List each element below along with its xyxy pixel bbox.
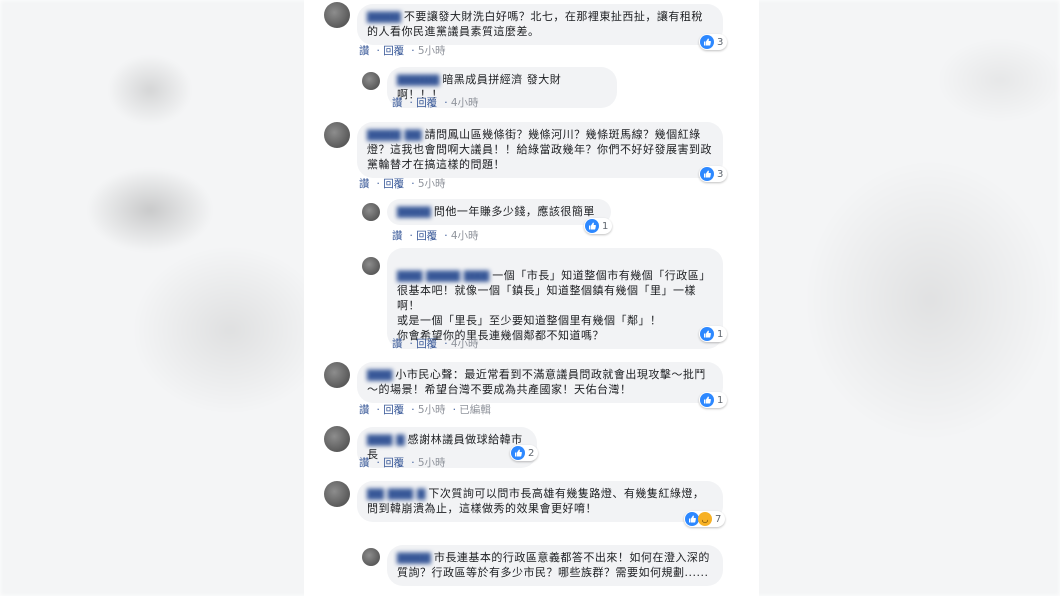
haha-icon: ◡ xyxy=(698,512,712,526)
comment-actions: 讚 · 回覆 · 5小時 xyxy=(359,178,446,190)
comment-text: 市長連基本的行政區意義都答不出來！如何在澄入深的質詢？行政區等於有多少市民？哪些… xyxy=(397,551,710,579)
reaction-number: 1 xyxy=(717,394,724,406)
like-link[interactable]: 讚 xyxy=(359,404,370,416)
commenter-name[interactable]: ▇▇▇ ▇▇▇▇ ▇▇▇ xyxy=(397,268,489,283)
commenter-name[interactable]: ▇▇▇▇▇ xyxy=(397,72,439,87)
comment-feed: ▇▇▇▇ 不要讓發大財洗白好嗎？北七，在那裡東扯西扯，讓有租稅的人看你民進黨議員素… xyxy=(304,0,759,596)
avatar[interactable] xyxy=(324,122,350,148)
reaction-number: 1 xyxy=(717,328,724,340)
timestamp[interactable]: 4小時 xyxy=(451,338,479,350)
comment-bubble: ▇▇▇ 小市民心聲：最近常看到不滿意議員問政就會出現攻擊～批鬥～的場景！希望台灣不… xyxy=(357,362,723,403)
reply-link[interactable]: 回覆 xyxy=(416,97,437,109)
like-link[interactable]: 讚 xyxy=(359,178,370,190)
timestamp[interactable]: 4小時 xyxy=(451,230,479,242)
reply-link[interactable]: 回覆 xyxy=(383,457,404,469)
comment-actions: 讚 · 回覆 · 4小時 xyxy=(392,338,479,350)
timestamp[interactable]: 5小時 xyxy=(418,178,446,190)
commenter-name[interactable]: ▇▇▇ ▇ xyxy=(367,432,405,447)
reaction-count[interactable]: 2 xyxy=(510,445,539,461)
comment-actions: 讚 · 回覆 · 5小時 xyxy=(359,457,446,469)
commenter-name[interactable]: ▇▇ ▇▇▇ ▇ xyxy=(367,486,425,501)
like-icon xyxy=(700,167,714,181)
like-icon xyxy=(585,219,599,233)
reaction-number: 3 xyxy=(717,168,724,180)
reply-link[interactable]: 回覆 xyxy=(383,45,404,57)
comment-bubble: ▇▇▇▇ ▇▇ 請問鳳山區幾條街？幾條河川？幾條斑馬線？幾個紅綠燈？這我也會問啊大… xyxy=(357,122,723,178)
comment-text: 不要讓發大財洗白好嗎？北七，在那裡東扯西扯，讓有租稅的人看你民進黨議員素質這麼差… xyxy=(367,10,703,38)
comment-actions: 讚 · 回覆 · 4小時 xyxy=(392,97,479,109)
reaction-number: 1 xyxy=(602,220,609,232)
like-icon xyxy=(700,393,714,407)
like-icon xyxy=(700,327,714,341)
edited-label[interactable]: 已編輯 xyxy=(459,404,491,416)
avatar[interactable] xyxy=(324,2,350,28)
avatar[interactable] xyxy=(362,257,380,275)
commenter-name[interactable]: ▇▇▇▇ xyxy=(397,550,431,565)
comment-bubble: ▇▇▇▇ 問他一年賺多少錢，應該很簡單 xyxy=(387,199,611,225)
reaction-number: 7 xyxy=(715,513,722,525)
like-icon xyxy=(685,512,699,526)
avatar[interactable] xyxy=(362,203,380,221)
reaction-count[interactable]: 1 xyxy=(584,218,613,234)
reaction-count[interactable]: 3 xyxy=(699,166,728,182)
comment-text: 問他一年賺多少錢，應該很簡單 xyxy=(433,205,595,218)
like-icon xyxy=(700,35,714,49)
reply-link[interactable]: 回覆 xyxy=(383,404,404,416)
like-link[interactable]: 讚 xyxy=(392,97,403,109)
avatar[interactable] xyxy=(324,362,350,388)
commenter-name[interactable]: ▇▇▇ xyxy=(367,367,392,382)
like-link[interactable]: 讚 xyxy=(359,457,370,469)
timestamp[interactable]: 5小時 xyxy=(418,404,446,416)
avatar[interactable] xyxy=(324,426,350,452)
reply-link[interactable]: 回覆 xyxy=(416,230,437,242)
comment-actions: 讚 · 回覆 · 5小時 xyxy=(359,45,446,57)
comment-bubble: ▇▇ ▇▇▇ ▇ 下次質詢可以問市長高雄有幾隻路燈、有幾隻紅綠燈，問到韓崩潰為止，… xyxy=(357,481,723,522)
reaction-count[interactable]: 1 xyxy=(699,326,728,342)
reaction-count[interactable]: 3 xyxy=(699,34,728,50)
commenter-name[interactable]: ▇▇▇▇ xyxy=(397,204,431,219)
reply-link[interactable]: 回覆 xyxy=(383,178,404,190)
like-icon xyxy=(511,446,525,460)
reaction-count[interactable]: ◡ 7 xyxy=(684,511,726,527)
timestamp[interactable]: 5小時 xyxy=(418,45,446,57)
comment-bubble: ▇▇▇▇ 不要讓發大財洗白好嗎？北七，在那裡東扯西扯，讓有租稅的人看你民進黨議員素… xyxy=(357,4,723,45)
comment-bubble: ▇▇▇▇ 市長連基本的行政區意義都答不出來！如何在澄入深的質詢？行政區等於有多少市… xyxy=(387,545,723,586)
reply-link[interactable]: 回覆 xyxy=(416,338,437,350)
avatar[interactable] xyxy=(362,72,380,90)
comment-actions: 讚 · 回覆 · 4小時 xyxy=(392,230,479,242)
like-link[interactable]: 讚 xyxy=(392,338,403,350)
comment-text: 小市民心聲：最近常看到不滿意議員問政就會出現攻擊～批鬥～的場景！希望台灣不要成為… xyxy=(367,368,706,396)
like-link[interactable]: 讚 xyxy=(359,45,370,57)
comment-bubble: ▇▇▇ ▇▇▇▇ ▇▇▇ 一個「市長」知道整個市有幾個「行政區」很基本吧！就像一個… xyxy=(387,248,723,349)
reaction-number: 3 xyxy=(717,36,724,48)
avatar[interactable] xyxy=(324,481,350,507)
reaction-count[interactable]: 1 xyxy=(699,392,728,408)
commenter-name[interactable]: ▇▇▇▇ xyxy=(367,9,401,24)
reaction-number: 2 xyxy=(528,447,535,459)
comment-actions: 讚 · 回覆 · 5小時 · 已編輯 xyxy=(359,404,491,416)
like-link[interactable]: 讚 xyxy=(392,230,403,242)
commenter-name[interactable]: ▇▇▇▇ ▇▇ xyxy=(367,127,422,142)
timestamp[interactable]: 4小時 xyxy=(451,97,479,109)
timestamp[interactable]: 5小時 xyxy=(418,457,446,469)
avatar[interactable] xyxy=(362,548,380,566)
